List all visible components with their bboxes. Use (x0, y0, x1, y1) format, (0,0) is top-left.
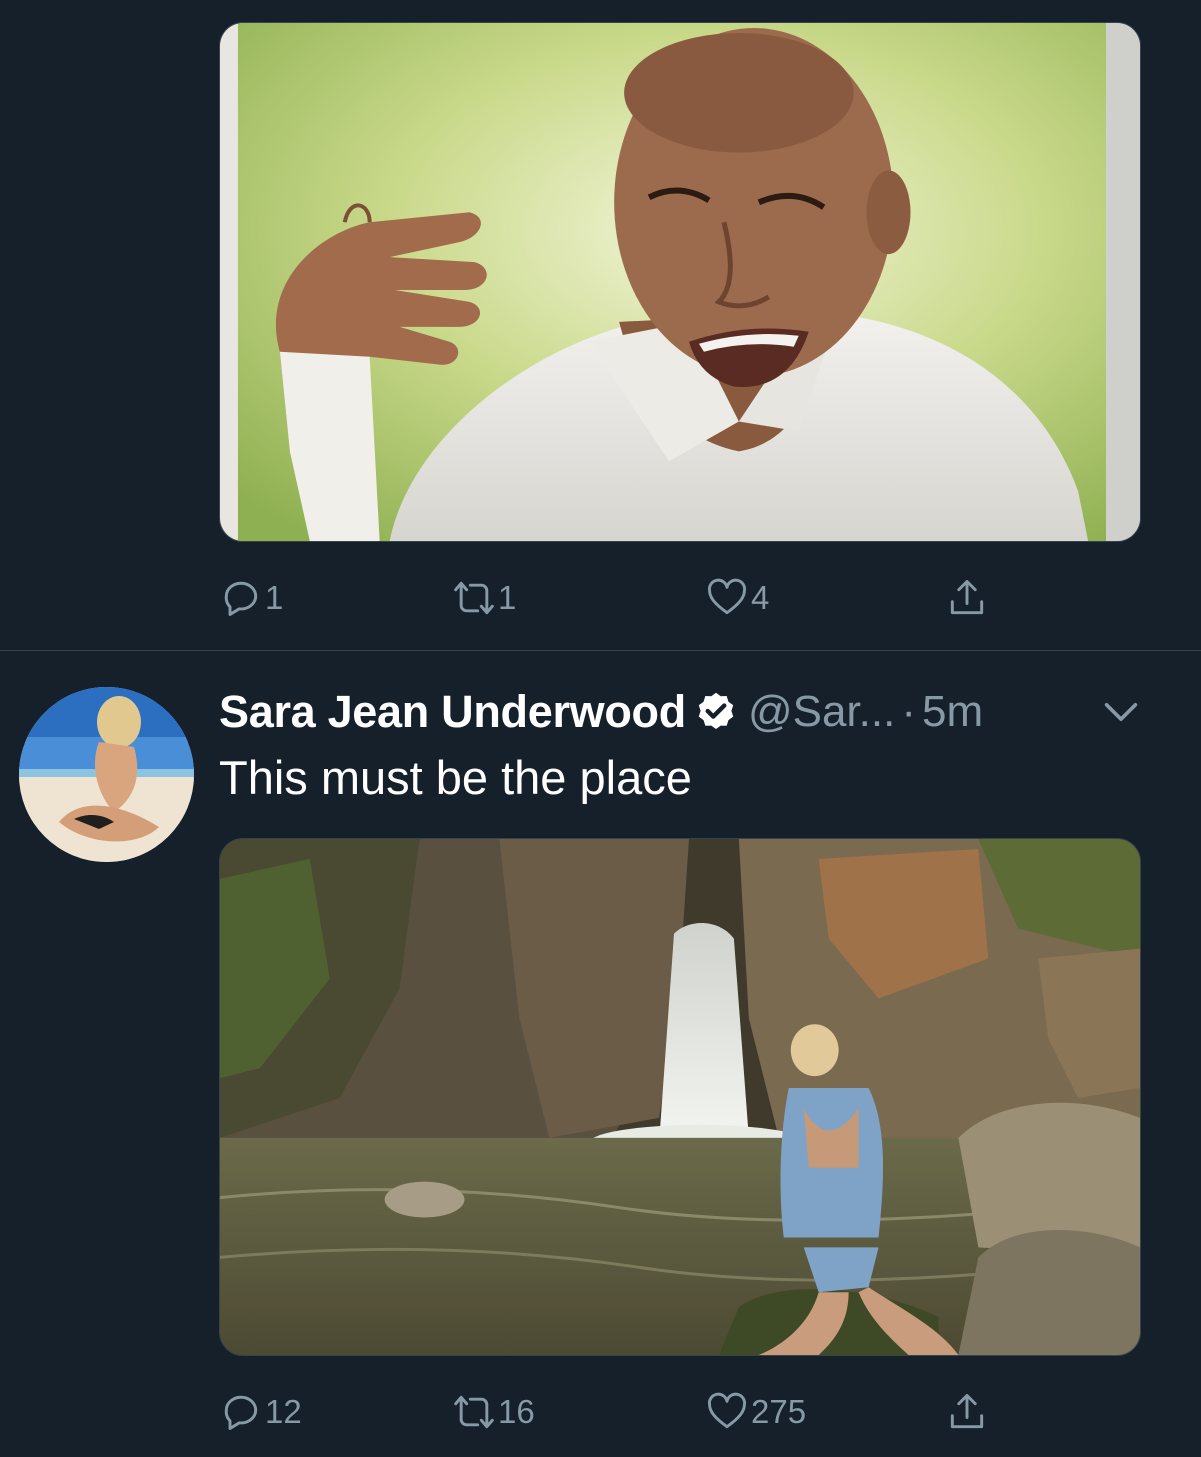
display-name[interactable]: Sara Jean Underwood (219, 686, 686, 738)
like-button[interactable]: 4 (705, 573, 769, 623)
share-button[interactable] (945, 573, 991, 623)
retweet-icon (454, 581, 494, 615)
timeline: 1 1 4 Sara Jean Underwood @Sar... · 5m T… (0, 0, 1201, 1457)
verified-badge-icon (698, 692, 734, 730)
like-count: 4 (751, 579, 770, 616)
retweet-icon (454, 1395, 494, 1429)
chevron-down-icon[interactable] (1099, 694, 1143, 730)
tweet-text: This must be the place (219, 751, 692, 804)
reply-count: 12 (265, 1393, 302, 1430)
tweet-media-image[interactable] (219, 22, 1141, 542)
reply-count: 1 (265, 579, 284, 616)
share-icon (950, 580, 984, 615)
reply-icon (224, 581, 258, 616)
tweet-actions-bar: 1 1 4 (219, 573, 1141, 623)
heart-icon (707, 1392, 747, 1429)
tweet-actions-bar: 12 16 275 (219, 1387, 1141, 1437)
tweet-divider (0, 650, 1201, 651)
retweet-count: 16 (498, 1393, 535, 1430)
man-laughing-photo (220, 23, 1140, 541)
waterfall-photo (220, 839, 1140, 1355)
reply-icon (224, 1395, 258, 1430)
reply-button[interactable]: 1 (219, 573, 283, 623)
user-handle[interactable]: @Sar... (748, 687, 895, 737)
avatar[interactable] (19, 687, 194, 862)
retweet-button[interactable]: 1 (452, 573, 516, 623)
tweet-media-image[interactable] (219, 838, 1141, 1356)
retweet-count: 1 (498, 579, 517, 616)
separator-dot: · (901, 687, 916, 736)
share-icon (950, 1394, 984, 1429)
like-count: 275 (751, 1393, 807, 1430)
tweet-header: Sara Jean Underwood @Sar... · 5m (219, 682, 1149, 742)
tweet-timestamp[interactable]: 5m (922, 687, 983, 737)
heart-icon (707, 578, 747, 615)
reply-button[interactable]: 12 (219, 1387, 302, 1437)
like-button[interactable]: 275 (705, 1387, 806, 1437)
retweet-button[interactable]: 16 (452, 1387, 535, 1437)
avatar-image (19, 687, 194, 862)
share-button[interactable] (945, 1387, 991, 1437)
